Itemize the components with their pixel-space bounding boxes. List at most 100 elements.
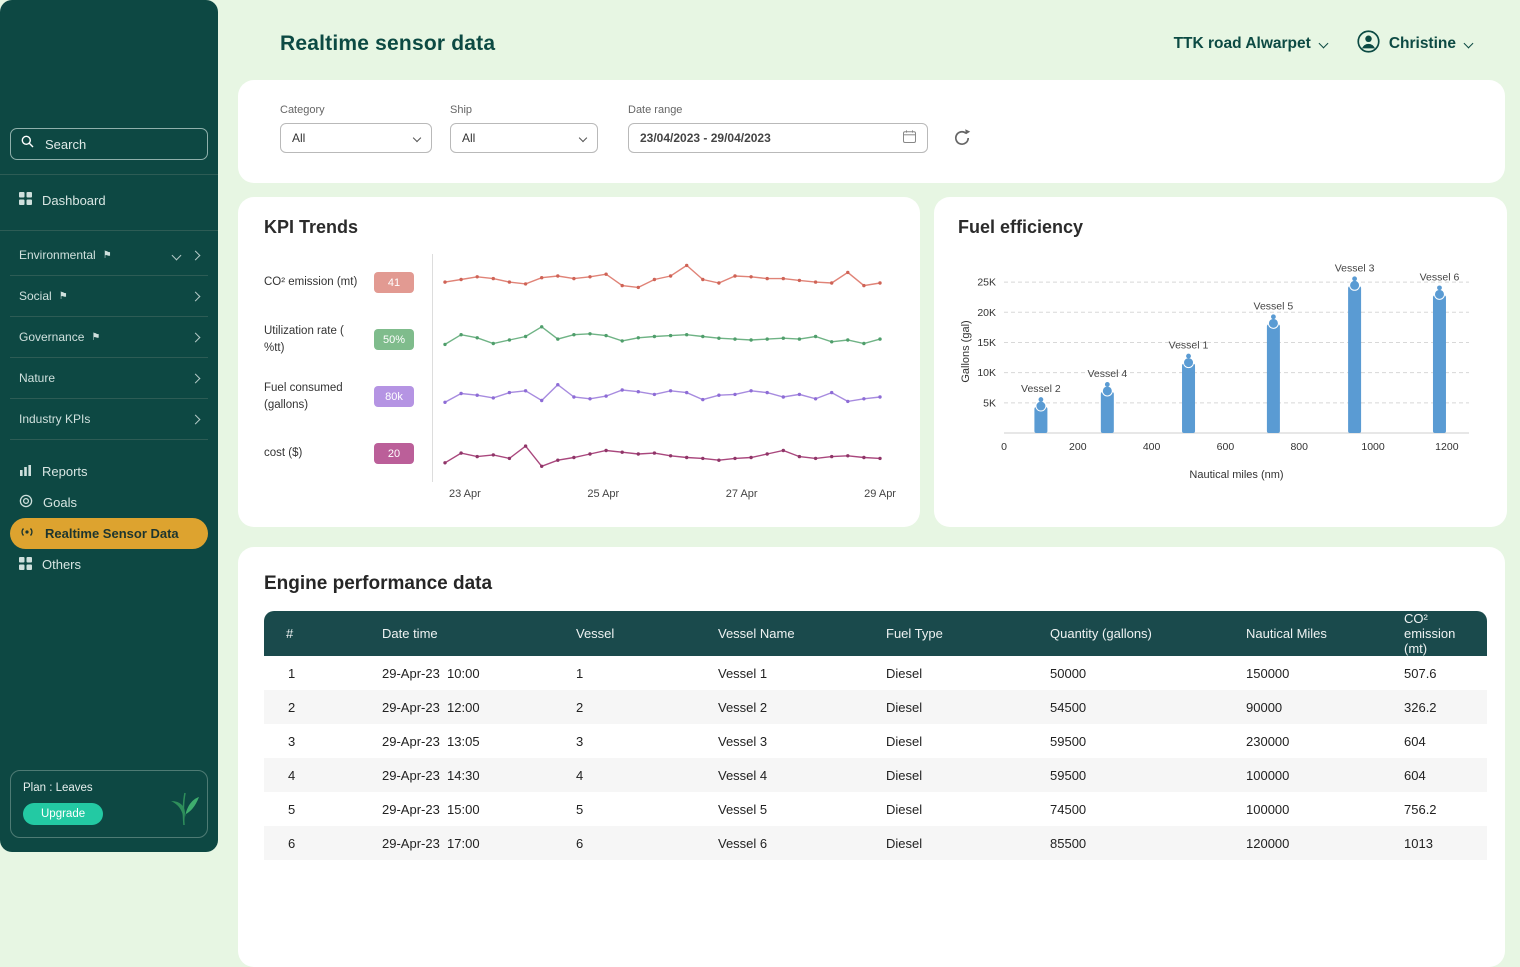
data-point	[862, 455, 865, 458]
data-point	[556, 383, 559, 386]
table-cell: Diesel	[878, 690, 1042, 724]
chevron-right-icon[interactable]	[191, 291, 201, 301]
data-point	[621, 339, 624, 342]
bar	[1182, 364, 1195, 433]
chevron-right-icon[interactable]	[191, 373, 201, 383]
ship-select[interactable]: All	[450, 123, 598, 153]
user-menu[interactable]: Christine	[1357, 30, 1472, 58]
kpi-sparkline	[432, 368, 886, 425]
chevron-down-icon	[413, 134, 421, 142]
svg-text:Vessel 5: Vessel 5	[1254, 300, 1294, 312]
sidebar-item-dashboard[interactable]: Dashboard	[10, 184, 208, 216]
data-point	[459, 391, 462, 394]
sidebar-item-goals[interactable]: Goals	[10, 487, 208, 518]
chevron-right-icon[interactable]	[191, 332, 201, 342]
plant-decoration-icon	[167, 780, 201, 831]
fuel-efficiency-chart: 5K10K15K20K25K020040060080010001200Vesse…	[958, 240, 1483, 485]
kpi-value-badge: 20	[374, 443, 414, 464]
table-cell: 1013	[1396, 826, 1487, 860]
table-cell: 150000	[1238, 656, 1396, 690]
data-point	[846, 399, 849, 402]
kpi-x-axis: 23 Apr 25 Apr 27 Apr 29 Apr	[439, 482, 914, 500]
data-point	[830, 454, 833, 457]
data-point	[830, 390, 833, 393]
table-cell: 6	[568, 826, 710, 860]
page-header: Realtime sensor data TTK road Alwarpet C…	[218, 0, 1520, 58]
svg-text:600: 600	[1217, 441, 1235, 453]
engine-performance-card: Engine performance data #Date timeVessel…	[238, 547, 1505, 967]
table-cell: 507.6	[1396, 656, 1487, 690]
kpi-metric-label: CO² emission (mt)	[264, 274, 360, 290]
sidebar-item-nature[interactable]: Nature	[10, 358, 208, 399]
data-point	[492, 453, 495, 456]
chevron-right-icon[interactable]	[191, 250, 201, 260]
sidebar-item-governance[interactable]: Governance ⚑	[10, 317, 208, 358]
sidebar-item-industry-kpis[interactable]: Industry KPIs	[10, 399, 208, 440]
sidebar-item-environmental[interactable]: Environmental ⚑	[10, 235, 208, 276]
vessel-marker-icon	[1184, 358, 1194, 368]
table-cell: Vessel 5	[710, 792, 878, 826]
data-point	[766, 390, 769, 393]
data-point	[878, 456, 881, 459]
table-cell: 74500	[1042, 792, 1238, 826]
data-point	[846, 338, 849, 341]
table-cell: 2	[264, 690, 374, 724]
table-cell: Diesel	[878, 792, 1042, 826]
data-point	[701, 334, 704, 337]
sidebar-item-reports[interactable]: Reports	[10, 456, 208, 487]
x-tick: 29 Apr	[864, 488, 896, 500]
data-point	[814, 334, 817, 337]
table-cell: Vessel 6	[710, 826, 878, 860]
data-point	[701, 456, 704, 459]
category-select[interactable]: All	[280, 123, 432, 153]
data-point	[476, 454, 479, 457]
table-cell: 50000	[1042, 656, 1238, 690]
data-point	[798, 392, 801, 395]
fuel-efficiency-card: Fuel efficiency 5K10K15K20K25K0200400600…	[934, 197, 1507, 527]
data-point	[508, 390, 511, 393]
sidebar-item-label: Environmental	[19, 248, 96, 262]
svg-text:15K: 15K	[977, 337, 996, 349]
table-cell: 29-Apr-23 12:00	[374, 690, 568, 724]
sidebar-item-label: Governance	[19, 330, 84, 344]
upgrade-button[interactable]: Upgrade	[23, 803, 103, 825]
data-point	[637, 390, 640, 393]
svg-text:Vessel 1: Vessel 1	[1169, 340, 1209, 352]
calendar-icon	[903, 130, 916, 146]
data-point	[701, 397, 704, 400]
date-range-input[interactable]: 23/04/2023 - 29/04/2023	[628, 123, 928, 153]
data-point	[556, 458, 559, 461]
sidebar-item-social[interactable]: Social ⚑	[10, 276, 208, 317]
table-cell: 120000	[1238, 826, 1396, 860]
location-dropdown[interactable]: TTK road Alwarpet	[1174, 35, 1327, 53]
data-point	[766, 452, 769, 455]
table-cell: 29-Apr-23 10:00	[374, 656, 568, 690]
search-input[interactable]	[43, 136, 197, 153]
refresh-button[interactable]	[950, 126, 974, 153]
fuel-efficiency-title: Fuel efficiency	[958, 217, 1483, 238]
kpi-row: CO² emission (mt) 41	[264, 254, 894, 311]
reports-chart-icon	[19, 464, 32, 480]
table-cell: Diesel	[878, 656, 1042, 690]
sidebar-item-realtime-sensor-data[interactable]: Realtime Sensor Data	[10, 518, 208, 549]
search-box[interactable]	[10, 128, 208, 160]
data-point	[540, 464, 543, 467]
svg-text:1200: 1200	[1435, 441, 1459, 453]
chevron-down-icon[interactable]	[172, 250, 182, 260]
data-point	[717, 281, 720, 284]
column-header: Date time	[374, 611, 568, 656]
chevron-right-icon[interactable]	[191, 414, 201, 424]
sidebar-item-others[interactable]: Others	[10, 549, 208, 580]
data-point	[540, 276, 543, 279]
data-point	[524, 334, 527, 337]
divider	[0, 174, 218, 175]
kpi-row: Fuel consumed (gallons) 80k	[264, 368, 894, 425]
table-cell: 59500	[1042, 724, 1238, 758]
avatar	[1357, 30, 1380, 58]
data-point	[669, 389, 672, 392]
vessel-marker-icon	[1102, 386, 1112, 396]
table-cell: 604	[1396, 758, 1487, 792]
others-grid-icon	[19, 557, 32, 573]
data-point	[604, 333, 607, 336]
data-point	[443, 461, 446, 464]
